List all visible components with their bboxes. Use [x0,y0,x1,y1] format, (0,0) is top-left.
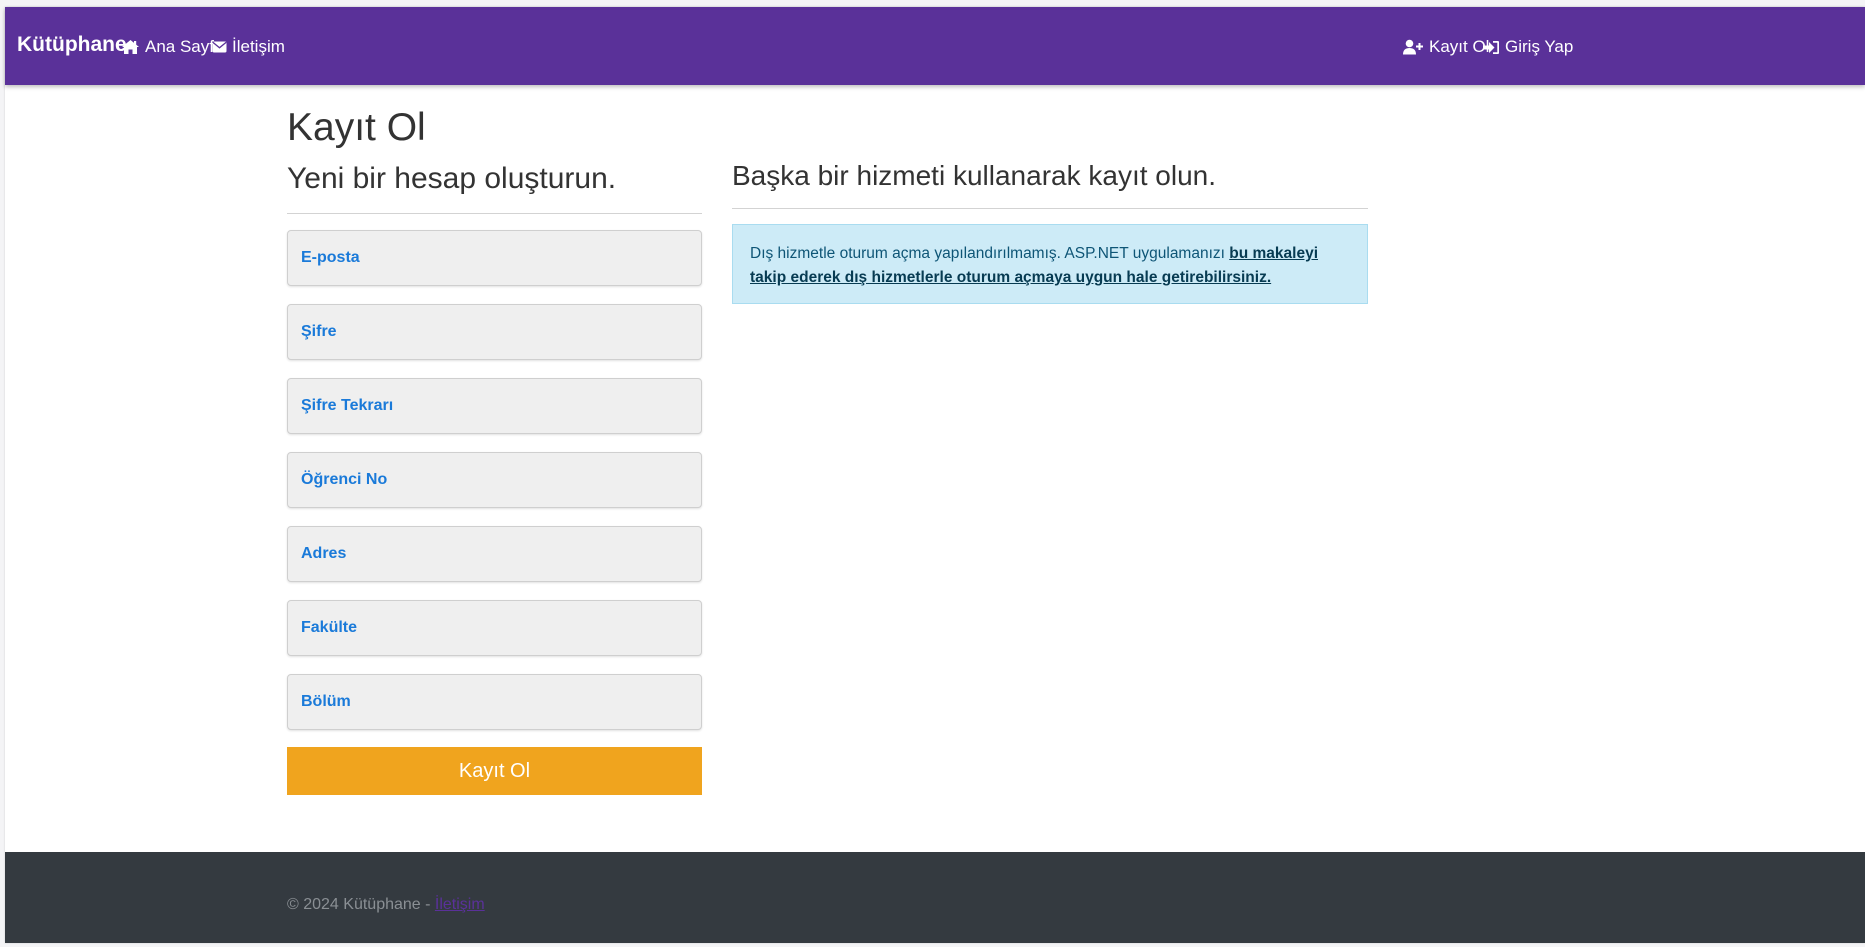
password-label: Şifre [301,323,337,340]
footer-copyright: © 2024 Kütüphane - [287,896,435,913]
alert-text: Dış hizmetle oturum açma yapılandırılmam… [750,245,1230,262]
nav-login-label: Giriş Yap [1505,37,1574,56]
email-field[interactable]: E-posta [287,230,702,286]
external-login-title: Başka bir hizmeti kullanarak kayıt olun. [732,160,1216,191]
envelope-icon [212,41,227,53]
external-login-alert: Dış hizmetle oturum açma yapılandırılmam… [732,224,1368,304]
department-field[interactable]: Bölüm [287,674,702,730]
nav-home-link[interactable]: Ana Sayfa [121,37,223,57]
page-title: Kayıt Ol [287,106,426,149]
confirm-password-label: Şifre Tekrarı [301,397,394,414]
home-icon [121,39,140,55]
nav-register-link[interactable]: Kayıt Ol [1403,37,1489,57]
top-navbar: Kütüphane Ana Sayfa İletişim Kayıt Ol Gi… [5,7,1865,85]
address-field[interactable]: Adres [287,526,702,582]
faculty-field[interactable]: Fakülte [287,600,702,656]
nav-register-label: Kayıt Ol [1429,37,1490,56]
right-divider [732,208,1368,209]
nav-login-link[interactable]: Giriş Yap [1483,37,1573,57]
browser-viewport: Kütüphane Ana Sayfa İletişim Kayıt Ol Gi… [5,7,1865,943]
department-label: Bölüm [301,693,351,710]
left-divider [287,213,702,214]
email-label: E-posta [301,249,360,266]
footer: © 2024 Kütüphane - İletişim [5,852,1865,943]
user-plus-icon [1403,39,1424,55]
confirm-password-field[interactable]: Şifre Tekrarı [287,378,702,434]
footer-text: © 2024 Kütüphane - İletişim [287,896,485,914]
sign-in-icon [1483,40,1500,55]
student-number-label: Öğrenci No [301,471,388,488]
brand-link[interactable]: Kütüphane [17,33,127,57]
nav-contact-link[interactable]: İletişim [212,37,285,57]
nav-contact-label: İletişim [232,37,285,56]
address-label: Adres [301,545,347,562]
register-submit-button[interactable]: Kayıt Ol [287,747,702,795]
password-field[interactable]: Şifre [287,304,702,360]
register-subtitle: Yeni bir hesap oluşturun. [287,162,617,195]
footer-contact-link[interactable]: İletişim [435,896,485,913]
faculty-label: Fakülte [301,619,358,636]
student-number-field[interactable]: Öğrenci No [287,452,702,508]
